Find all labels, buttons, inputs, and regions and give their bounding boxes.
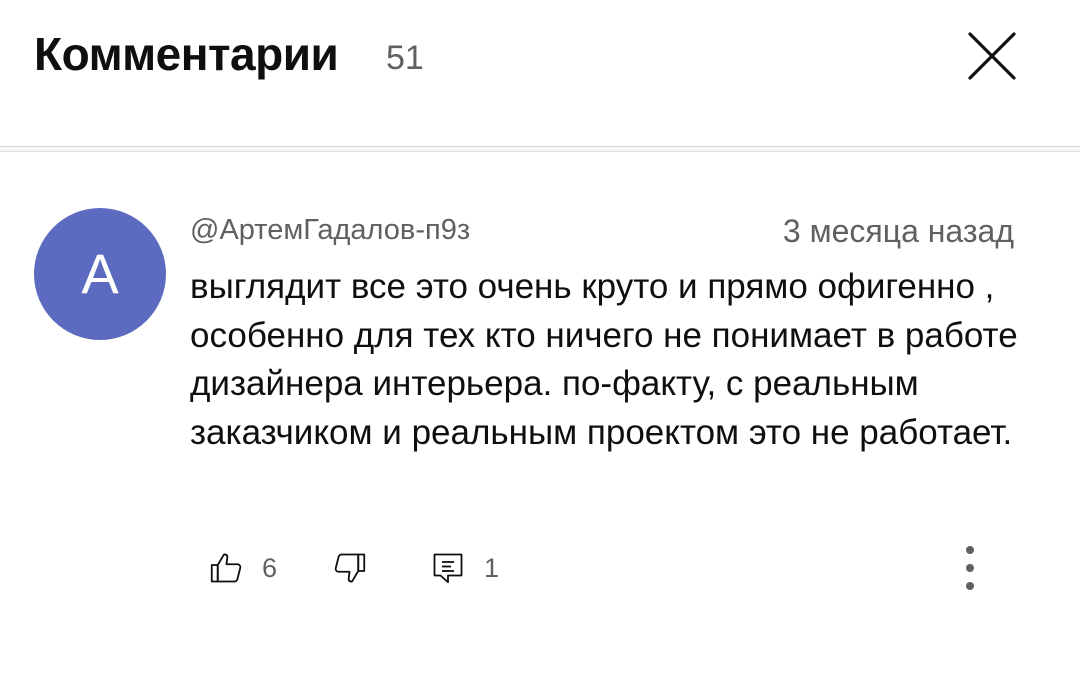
comments-header: Комментарии 51 [0, 0, 1080, 112]
more-options-button[interactable] [952, 542, 988, 596]
thumb-down-icon [334, 553, 366, 583]
reply-icon [433, 553, 463, 584]
reply-button[interactable]: 1 [430, 546, 499, 590]
like-button[interactable]: 6 [208, 546, 277, 590]
avatar-letter: А [81, 242, 119, 305]
more-vert-icon [966, 546, 974, 590]
comment-author[interactable]: @АртемГадалов-п9з [190, 212, 470, 248]
close-button[interactable] [962, 26, 1022, 86]
comments-count: 51 [386, 39, 424, 77]
reply-count: 1 [484, 552, 500, 583]
avatar[interactable]: А [34, 208, 166, 340]
thumb-up-icon [210, 553, 242, 583]
like-count: 6 [262, 552, 278, 583]
header-divider [0, 146, 1080, 152]
dislike-button[interactable] [332, 546, 368, 590]
comments-title: Комментарии [34, 28, 339, 80]
comment-timestamp: 3 месяца назад [782, 213, 1014, 249]
comment-text: выглядит все это очень круто и прямо офи… [190, 267, 1018, 452]
close-icon [968, 32, 1016, 80]
